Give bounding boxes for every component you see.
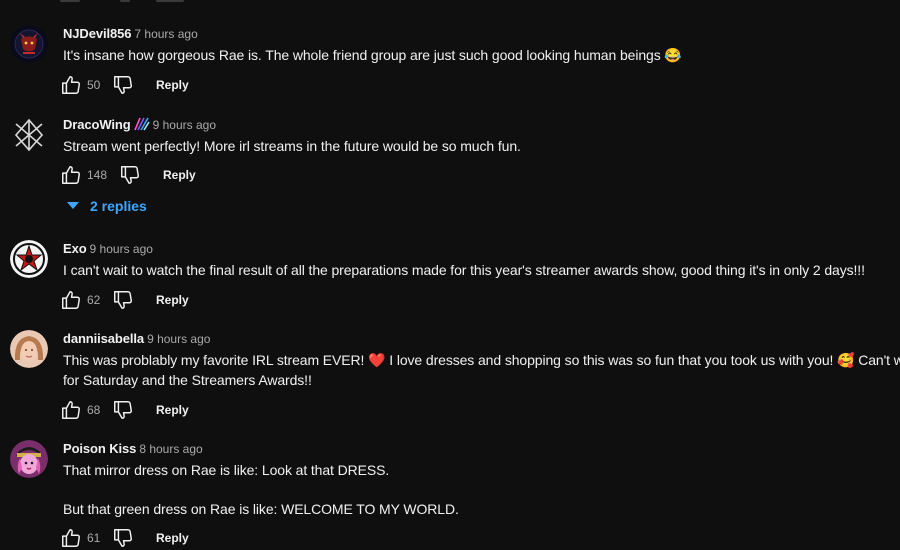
comment-author[interactable]: danniisabella [63, 331, 144, 346]
comment-text-line: That mirror dress on Rae is like: Look a… [63, 462, 390, 478]
geometric-logo-avatar[interactable] [10, 116, 48, 154]
comment-text-line: But that green dress on Rae is like: WEL… [63, 501, 459, 517]
previous-comment-edge [0, 0, 900, 8]
comment-text: That mirror dress on Rae is like: Look a… [63, 460, 459, 519]
view-replies-button[interactable]: 2 replies [67, 198, 147, 218]
comment-text-line: This was problably my favorite IRL strea… [63, 352, 900, 368]
comment-author[interactable]: DracoWing [63, 117, 131, 132]
replies-count-label: 2 replies [90, 198, 147, 214]
caret-down-icon [67, 202, 79, 209]
comment-author[interactable]: Exo [63, 241, 87, 256]
comment-text: It's insane how gorgeous Rae is. The who… [63, 45, 682, 65]
thumbs-down-icon[interactable] [112, 399, 134, 421]
comment-text-line: Stream went perfectly! More irl streams … [63, 138, 521, 154]
like-count: 61 [87, 531, 101, 545]
portrait-avatar[interactable] [10, 330, 48, 368]
comment-text-line: I can't wait to watch the final result o… [63, 262, 865, 278]
comment-author[interactable]: NJDevil856 [63, 26, 131, 41]
like-count: 62 [87, 293, 101, 307]
like-count: 50 [87, 78, 101, 92]
comment-actions: 62 Reply [60, 289, 260, 313]
comment-timestamp[interactable]: 9 hours ago [90, 242, 153, 256]
comment-author[interactable]: Poison Kiss [63, 441, 136, 456]
reply-button[interactable]: Reply [156, 531, 189, 545]
comment-timestamp[interactable]: 8 hours ago [139, 442, 202, 456]
comment-timestamp[interactable]: 9 hours ago [147, 332, 210, 346]
devil-logo-avatar[interactable] [10, 25, 48, 63]
reply-button[interactable]: Reply [156, 293, 189, 307]
reply-button[interactable]: Reply [156, 78, 189, 92]
cartoon-character-avatar[interactable] [10, 440, 48, 478]
rainbow-badge-icon [133, 117, 150, 131]
thumbs-down-icon[interactable] [119, 164, 141, 186]
comment-text: This was problably my favorite IRL strea… [63, 350, 900, 390]
comment-actions: 148 Reply [60, 164, 260, 188]
comment-actions: 61 Reply [60, 527, 260, 550]
like-count: 148 [87, 168, 108, 182]
comment-actions: 50 Reply [60, 74, 260, 98]
thumbs-up-icon[interactable] [60, 164, 82, 186]
comment-text-line: for Saturday and the Streamers Awards!! [63, 372, 312, 388]
reply-button[interactable]: Reply [156, 403, 189, 417]
thumbs-down-icon[interactable] [112, 527, 134, 549]
like-count: 68 [87, 403, 101, 417]
reply-button[interactable]: Reply [163, 168, 196, 182]
comment-actions: 68 Reply [60, 399, 260, 423]
thumbs-up-icon[interactable] [60, 289, 82, 311]
comment-timestamp[interactable]: 9 hours ago [153, 118, 216, 132]
thumbs-down-icon[interactable] [112, 74, 134, 96]
comment-timestamp[interactable]: 7 hours ago [134, 27, 197, 41]
thumbs-up-icon[interactable] [60, 527, 82, 549]
comment-text-line: It's insane how gorgeous Rae is. The who… [63, 47, 682, 63]
red-star-logo-avatar[interactable] [10, 240, 48, 278]
thumbs-up-icon[interactable] [60, 399, 82, 421]
comment-text: Stream went perfectly! More irl streams … [63, 136, 521, 156]
comments-section: NJDevil856 7 hours ago It's insane how go… [0, 0, 900, 550]
thumbs-up-icon[interactable] [60, 74, 82, 96]
thumbs-down-icon[interactable] [112, 289, 134, 311]
comment-text: I can't wait to watch the final result o… [63, 260, 865, 280]
